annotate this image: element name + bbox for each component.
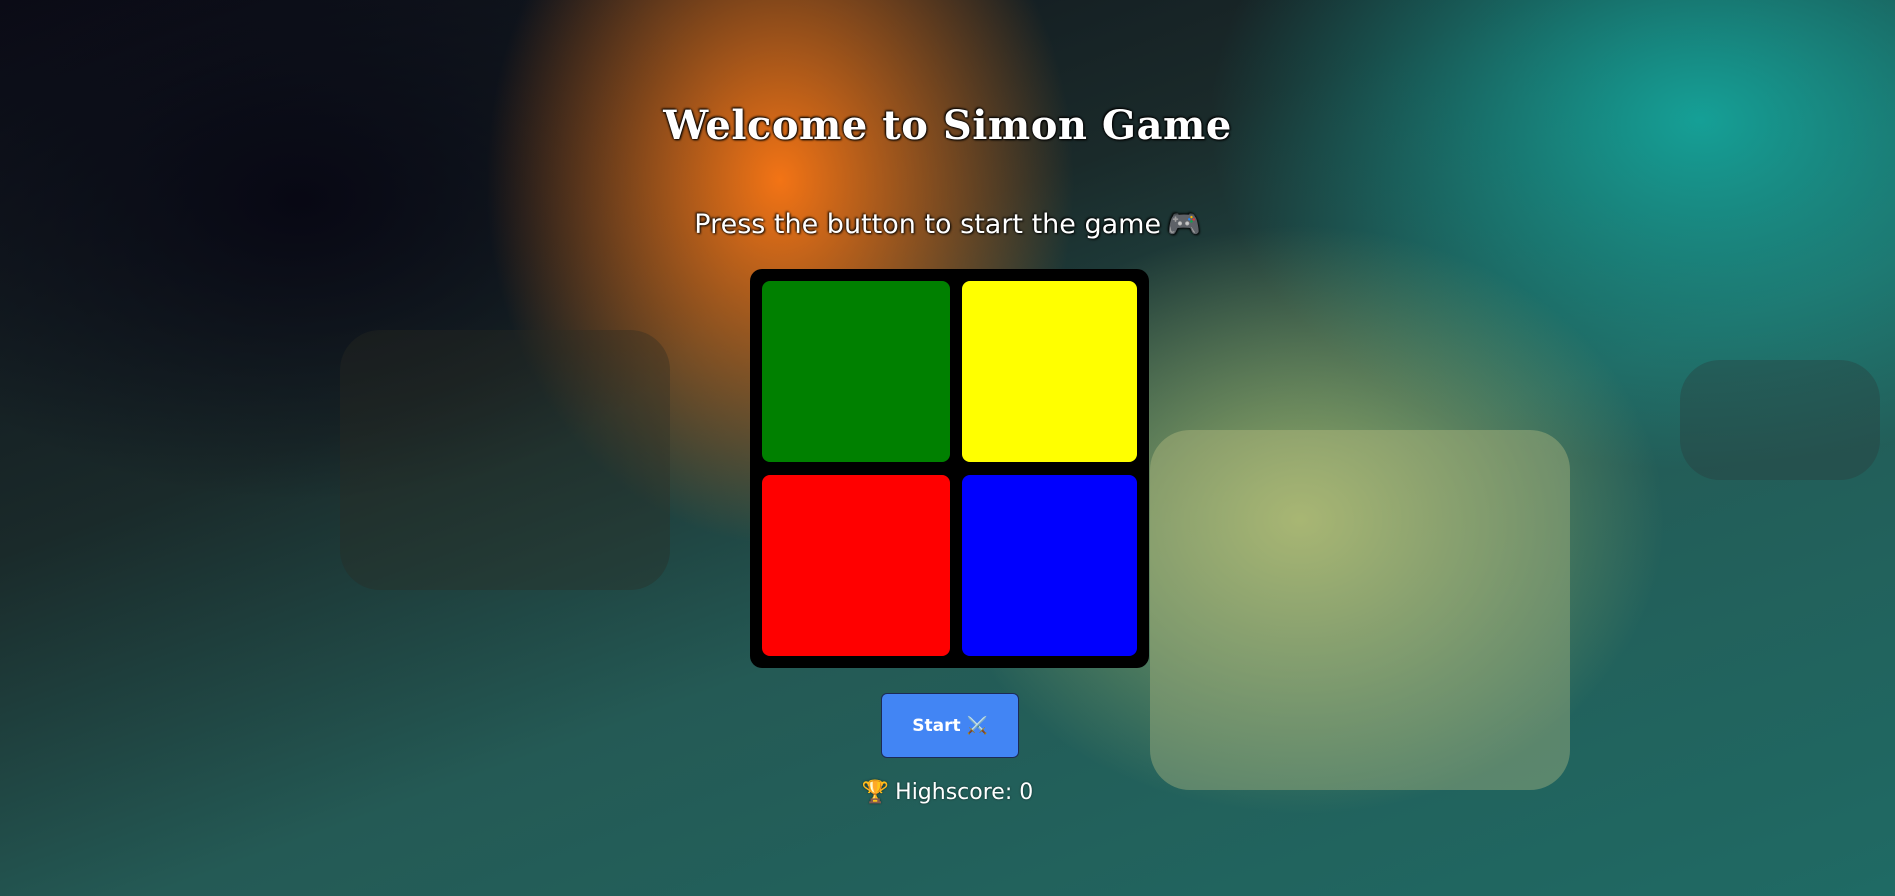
- instruction-label: Press the button to start the game: [694, 209, 1162, 240]
- red-pad[interactable]: [762, 475, 950, 656]
- page-title: Welcome to Simon Game: [663, 102, 1232, 149]
- trophy-icon: 🏆: [861, 780, 890, 805]
- start-button[interactable]: Start ⚔️: [881, 693, 1019, 758]
- blue-pad[interactable]: [962, 475, 1137, 656]
- green-pad[interactable]: [762, 281, 950, 462]
- start-button-label: Start: [912, 715, 961, 736]
- puzzle-background: [1150, 430, 1570, 790]
- highscore-display: 🏆 Highscore: 0: [0, 780, 1895, 805]
- game-controller-icon: 🎮: [1167, 209, 1201, 240]
- puzzle-background-piece: [1680, 360, 1880, 480]
- highscore-label: Highscore: 0: [895, 780, 1034, 805]
- simon-board: [750, 269, 1149, 668]
- crossed-swords-icon: ⚔️: [966, 715, 988, 736]
- puzzle-background-piece: [340, 330, 670, 590]
- yellow-pad[interactable]: [962, 281, 1137, 462]
- instruction-text: Press the button to start the game 🎮: [0, 208, 1895, 240]
